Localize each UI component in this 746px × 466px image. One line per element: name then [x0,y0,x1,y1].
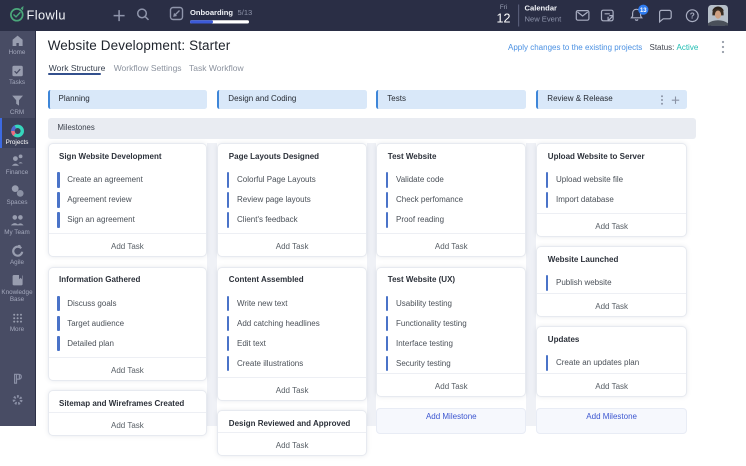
svg-text:13: 13 [640,8,647,14]
svg-text:ℙ: ℙ [13,372,22,387]
svg-text:?: ? [690,11,695,21]
svg-text:5/13: 5/13 [238,8,253,17]
svg-text:Fri: Fri [500,4,507,11]
svg-text:Flowlu: Flowlu [27,7,66,22]
svg-text:Calendar: Calendar [525,4,558,13]
svg-text:12: 12 [497,12,511,26]
svg-text:New Event: New Event [525,15,563,24]
svg-text:Onboarding: Onboarding [190,8,233,17]
